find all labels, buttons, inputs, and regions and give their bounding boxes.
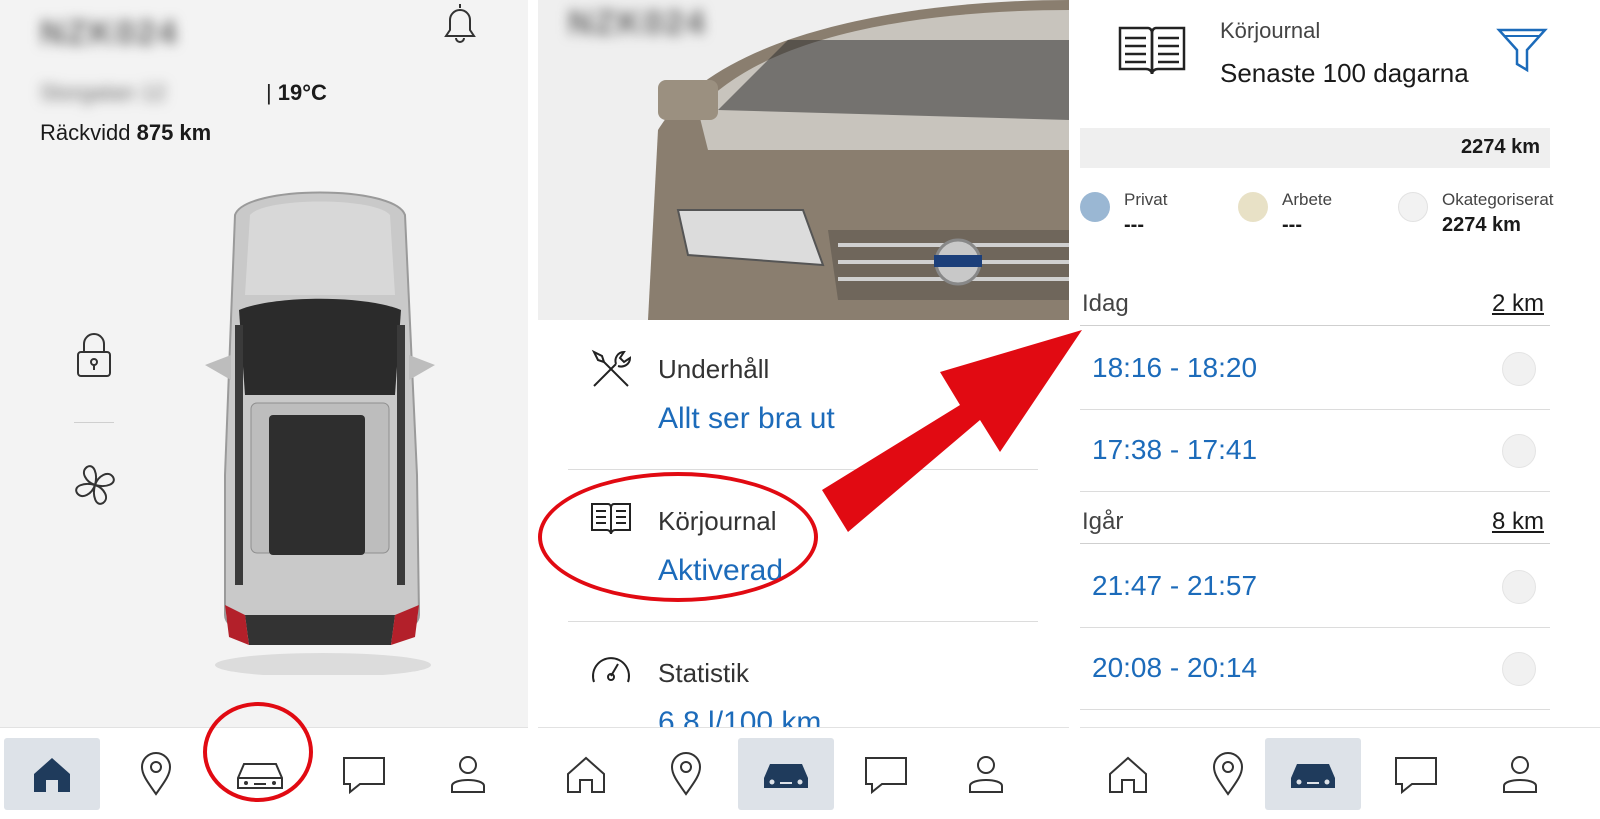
temperature: 19°C bbox=[277, 80, 327, 105]
menu-value: Allt ser bra ut bbox=[658, 402, 835, 435]
nav-map[interactable] bbox=[1180, 738, 1276, 810]
car-icon bbox=[1291, 764, 1335, 788]
home-icon bbox=[1109, 756, 1147, 793]
panel-gap bbox=[1069, 0, 1080, 819]
menu-maintenance[interactable]: Underhåll Allt ser bra ut bbox=[568, 318, 1038, 470]
page-title: Körjournal bbox=[1220, 18, 1321, 43]
bottom-nav bbox=[538, 727, 1069, 819]
panel-gap bbox=[528, 0, 538, 819]
map-pin-icon bbox=[140, 752, 172, 796]
menu-title: Underhåll bbox=[658, 354, 770, 384]
lock-icon[interactable] bbox=[74, 330, 114, 385]
chat-icon bbox=[865, 757, 907, 795]
day-name: Idag bbox=[1082, 290, 1129, 317]
nav-messages[interactable] bbox=[316, 738, 412, 810]
day-distance: 2 km bbox=[1491, 290, 1544, 317]
menu-title: Statistik bbox=[658, 658, 750, 688]
trip-time: 17:38 - 17:41 bbox=[1092, 434, 1258, 465]
day-distance: 8 km bbox=[1491, 508, 1544, 535]
car-top-view[interactable] bbox=[205, 175, 435, 680]
map-pin-icon bbox=[1212, 752, 1244, 796]
day-header-today: Idag 2 km bbox=[1080, 286, 1550, 326]
legend-dot bbox=[1080, 192, 1110, 222]
location-temperature: Storgatan 12 | 19°C bbox=[40, 80, 327, 106]
home-icon bbox=[34, 758, 70, 792]
car-icon bbox=[764, 764, 808, 788]
separator: | bbox=[266, 80, 272, 105]
filter-icon[interactable] bbox=[1495, 24, 1549, 81]
nav-car[interactable] bbox=[1265, 738, 1361, 810]
nav-map[interactable] bbox=[638, 738, 734, 810]
nav-home[interactable] bbox=[538, 738, 634, 810]
range-value: 875 km bbox=[136, 120, 212, 145]
home-screen: NZK024 Storgatan 12 | 19°C Räckvidd 875 … bbox=[0, 0, 528, 819]
range-info: Räckvidd 875 km bbox=[40, 120, 211, 146]
journal-screen: Körjournal Senaste 100 dagarna 2274 km P… bbox=[1080, 0, 1600, 819]
chat-icon bbox=[1395, 757, 1437, 795]
book-icon bbox=[1116, 20, 1188, 85]
fan-icon[interactable] bbox=[72, 462, 118, 513]
legend-value: 2274 km bbox=[1442, 214, 1521, 236]
distance-bar: 2274 km bbox=[1080, 128, 1550, 168]
legend-label: Arbete bbox=[1282, 190, 1333, 209]
nav-home[interactable] bbox=[4, 738, 100, 810]
nav-map[interactable] bbox=[108, 738, 204, 810]
period-label: Senaste 100 dagarna bbox=[1220, 58, 1469, 88]
trip-select-checkbox[interactable] bbox=[1502, 570, 1536, 604]
legend-dot bbox=[1238, 192, 1268, 222]
bottom-nav bbox=[1080, 727, 1600, 819]
divider bbox=[74, 422, 114, 423]
day-name: Igår bbox=[1082, 508, 1124, 535]
chat-icon bbox=[343, 757, 385, 795]
license-plate: NZK024 bbox=[40, 14, 179, 52]
range-label: Räckvidd bbox=[40, 120, 131, 145]
nav-messages[interactable] bbox=[838, 738, 934, 810]
trip-select-checkbox[interactable] bbox=[1502, 352, 1536, 386]
total-distance: 2274 km bbox=[1461, 136, 1540, 158]
nav-profile[interactable] bbox=[938, 738, 1034, 810]
legend-dot bbox=[1398, 192, 1428, 222]
nav-profile[interactable] bbox=[420, 738, 516, 810]
trip-select-checkbox[interactable] bbox=[1502, 434, 1536, 468]
trip-row[interactable]: 20:08 - 20:14 bbox=[1080, 628, 1550, 710]
speedometer-icon bbox=[588, 650, 634, 695]
trip-time: 21:47 - 21:57 bbox=[1092, 570, 1258, 601]
legend-value: --- bbox=[1282, 214, 1302, 236]
trip-row[interactable]: 18:16 - 18:20 bbox=[1080, 328, 1550, 410]
trip-row[interactable]: 21:47 - 21:57 bbox=[1080, 546, 1550, 628]
profile-icon bbox=[1503, 756, 1537, 793]
map-pin-icon bbox=[670, 752, 702, 796]
address: Storgatan 12 bbox=[40, 80, 166, 105]
trip-time: 18:16 - 18:20 bbox=[1092, 352, 1258, 383]
nav-messages[interactable] bbox=[1368, 738, 1464, 810]
highlight-circle bbox=[203, 702, 313, 802]
trip-select-checkbox[interactable] bbox=[1502, 652, 1536, 686]
car-photo bbox=[538, 0, 1069, 320]
bell-icon[interactable] bbox=[440, 0, 480, 49]
day-header-yesterday: Igår 8 km bbox=[1080, 504, 1550, 544]
profile-icon bbox=[969, 756, 1003, 793]
wrench-screwdriver-icon bbox=[588, 346, 634, 397]
license-plate: NZK024 bbox=[568, 4, 707, 42]
legend-label: Privat bbox=[1124, 190, 1168, 209]
profile-icon bbox=[451, 756, 485, 793]
nav-home[interactable] bbox=[1080, 738, 1176, 810]
nav-car[interactable] bbox=[738, 738, 834, 810]
nav-profile[interactable] bbox=[1472, 738, 1568, 810]
legend-label: Okategoriserat bbox=[1442, 190, 1554, 209]
highlight-ellipse bbox=[538, 472, 818, 602]
trip-time: 20:08 - 20:14 bbox=[1092, 652, 1258, 683]
home-icon bbox=[567, 756, 605, 793]
legend-value: --- bbox=[1124, 214, 1144, 236]
trip-row[interactable]: 17:38 - 17:41 bbox=[1080, 410, 1550, 492]
car-screen: NZK024 Underhåll Allt ser bra ut Körjour… bbox=[538, 0, 1069, 819]
